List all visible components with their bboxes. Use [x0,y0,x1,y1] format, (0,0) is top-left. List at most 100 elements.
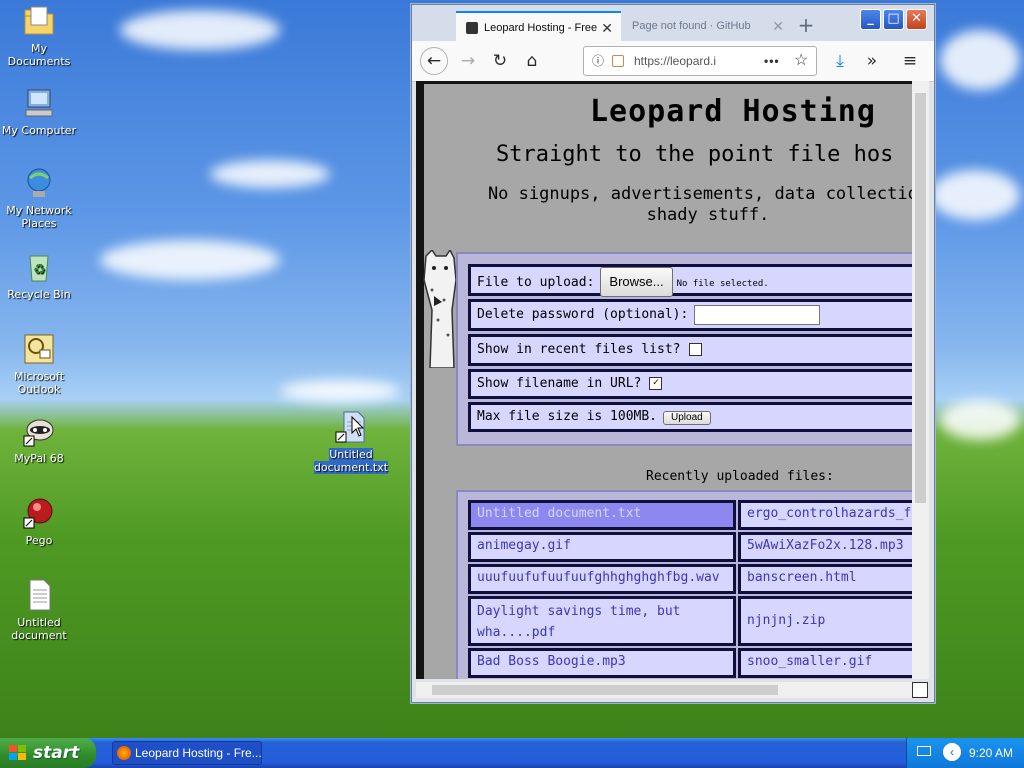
url-text: https://leopard.i [634,54,717,68]
desktop-icon-label: My Network Places [6,204,72,230]
tab-page-not-found[interactable]: Page not found · GitHub ✕ [622,11,792,41]
page-actions-icon[interactable]: ••• [764,47,780,75]
downloads-icon[interactable]: ⤓ [826,47,854,75]
svg-text:♻: ♻ [33,262,46,278]
recent-file-link[interactable]: Bad Boss Boogie.mp3 [468,648,736,678]
filename-url-label: Show filename in URL? [477,376,642,391]
navigation-toolbar: ← → ↻ ⌂ ⓘ https://leopard.i ••• ☆ ⤓ » ≡ [412,41,934,82]
recent-list-checkbox[interactable] [688,343,702,356]
text-file-icon [22,578,56,612]
clock: 9:20 AM [969,746,1014,760]
delete-password-input[interactable] [694,304,821,325]
lock-icon [612,55,624,67]
desktop-icon-mypal[interactable]: MyPal 68 [0,414,78,465]
desktop-icon-label: Untitled document.txt [313,448,389,474]
tab-label: Page not found · GitHub [632,20,751,32]
keyboard-icon[interactable] [917,746,931,756]
computer-icon [22,86,56,120]
leopard-favicon-icon [466,22,478,35]
description-line: No signups, advertisements, data collect… [487,184,912,204]
desktop-icon-microsoft-outlook[interactable]: Microsoft Outlook [0,332,78,396]
mypal-icon [22,414,56,448]
folder-documents-icon [22,4,56,38]
max-size-row: Max file size is 100MB. Upload [468,402,912,432]
recent-file-link[interactable]: banscreen.html [738,564,912,594]
home-button[interactable]: ⌂ [518,47,546,75]
file-upload-row: File to upload: Browse... No file selected… [468,264,912,297]
horizontal-scroll-thumb[interactable] [432,685,778,695]
desktop-icon-my-computer[interactable]: My Computer [0,86,78,137]
start-button[interactable]: start [0,738,96,768]
no-file-selected-text: No file selected. [676,279,769,289]
recycle-bin-icon: ♻ [22,250,56,284]
recent-file-link[interactable]: animegay.gif [468,532,736,562]
menu-hamburger-icon[interactable]: ≡ [896,47,924,75]
desktop-icon-pego[interactable]: Pego [0,496,78,547]
recent-file-link[interactable]: njnjnj.zip [738,596,912,646]
desktop-icon-untitled-document[interactable]: Untitled document [0,578,78,642]
filename-url-checkbox[interactable]: ✓ [649,377,663,390]
page-description: No signups, advertisements, data collect… [448,184,912,226]
recent-file-link[interactable]: 5wAwiXazFo2x.128.mp3 [738,532,912,562]
password-label: Delete password (optional): [477,307,689,322]
page-title: Leopard Hosting [590,94,876,129]
recent-file-link[interactable]: snoo_smaller.gif [738,648,912,678]
max-size-label: Max file size is 100MB. [477,409,658,424]
desktop-icon-my-documents[interactable]: My Documents [0,4,78,68]
desktop-icon-label: MyPal 68 [14,452,64,465]
network-icon [22,166,56,200]
tab-strip: Leopard Hosting - Free ✕ Page not found … [412,5,934,41]
outlook-icon [22,332,56,366]
desktop-icon-recycle-bin[interactable]: ♻ Recycle Bin [0,250,78,301]
new-tab-button[interactable]: + [794,11,818,39]
desktop-icon-label: Microsoft Outlook [13,370,65,396]
page-subtitle: Straight to the point file hos [496,142,894,167]
taskbar-item-leopard-hosting[interactable]: Leopard Hosting - Fre... [112,741,262,765]
close-tab-icon[interactable]: ✕ [772,11,784,41]
horizontal-scrollbar[interactable] [416,682,912,698]
recent-file-link[interactable]: uuufuufufuufuufghhghghghfbg.wav [468,564,736,594]
maximize-button[interactable]: □ [883,9,904,30]
leopard-mascot-icon [423,250,457,368]
close-window-button[interactable]: ✕ [906,9,927,30]
page-content: Leopard Hosting Straight to the point fi… [416,81,912,679]
taskbar: start Leopard Hosting - Fre... ‹ 9:20 AM [0,738,1024,768]
overflow-chevron-icon[interactable]: » [858,47,886,75]
forward-button[interactable]: → [454,47,482,75]
recent-file-link[interactable]: Untitled document.txt [468,500,736,530]
recent-file-link[interactable]: ergo_controlhazards_f [738,500,912,530]
bookmark-star-icon[interactable]: ☆ [794,47,808,75]
network-tray-icon[interactable]: ‹ [943,743,961,761]
minimize-button[interactable]: _ [860,9,881,30]
tab-leopard-hosting[interactable]: Leopard Hosting - Free ✕ [456,11,621,41]
filename-url-row: Show filename in URL? ✓ [468,369,912,399]
browser-window: Leopard Hosting - Free ✕ Page not found … [411,4,935,703]
vertical-scroll-thumb[interactable] [915,93,926,503]
firefox-icon [117,746,131,760]
upload-button[interactable]: Upload [663,411,711,425]
desktop-icon-label: Pego [25,534,53,547]
recent-files-heading: Recently uploaded files: [646,469,834,484]
close-tab-icon[interactable]: ✕ [601,13,613,41]
file-upload-label: File to upload: [477,275,595,290]
recent-file-link[interactable]: Daylight savings time, but wha....pdf [468,596,736,646]
mouse-cursor-icon [351,416,365,437]
desktop-icon-my-network-places[interactable]: My Network Places [0,166,78,230]
page-viewport: Leopard Hosting Straight to the point fi… [416,81,912,679]
browse-button[interactable]: Browse... [600,267,673,297]
pego-icon [22,496,56,530]
url-bar[interactable]: ⓘ https://leopard.i ••• ☆ [583,46,817,76]
desktop-icon-label: Recycle Bin [7,288,71,301]
vertical-scrollbar[interactable] [912,81,929,679]
tab-label: Leopard Hosting - Free [484,22,598,34]
recent-files-list: Untitled document.txt ergo_controlhazard… [456,490,912,679]
password-row: Delete password (optional): [468,299,912,331]
desktop-icon-label: My Computer [1,124,77,137]
upload-form: File to upload: Browse... No file selected… [456,252,912,446]
scrollbar-corner [912,682,928,698]
site-info-icon[interactable]: ⓘ [592,47,604,75]
back-button[interactable]: ← [420,47,448,75]
reload-button[interactable]: ↻ [486,47,514,75]
system-tray: ‹ 9:20 AM [906,738,1024,768]
desktop-icon-label: Untitled document [11,616,67,642]
